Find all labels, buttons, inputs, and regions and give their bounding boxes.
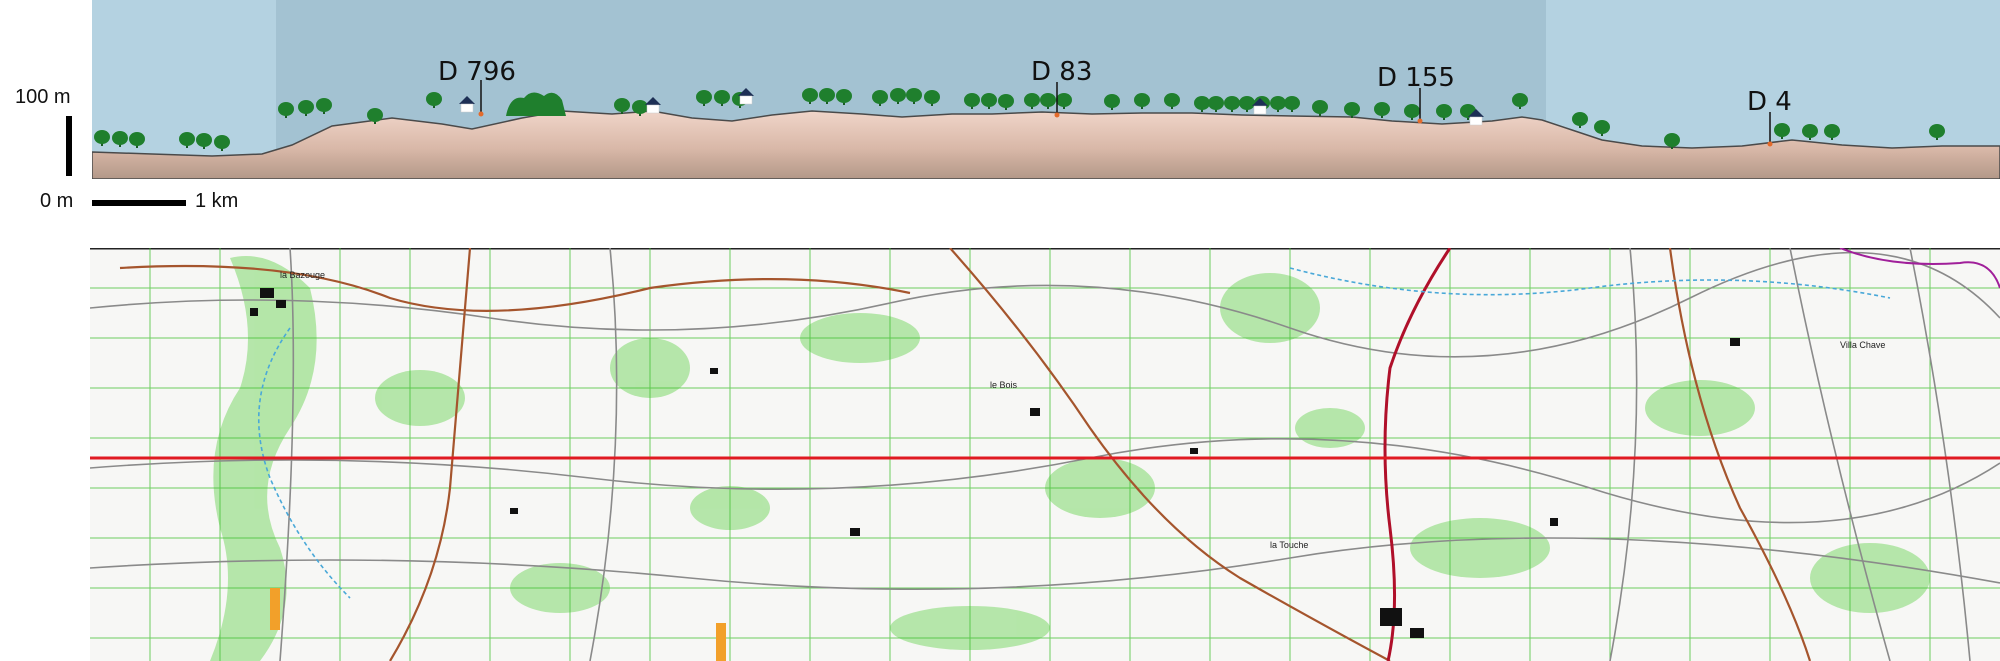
- elevation-profile: D 796 D 83 D 155 D 4: [92, 0, 2000, 179]
- road-label-d796: D 796: [438, 57, 516, 87]
- map-highway-marker: [716, 623, 726, 661]
- elevation-scale-bar: [66, 116, 72, 176]
- map-label-le-bois: le Bois: [990, 380, 1018, 390]
- elevation-100m-label: 100 m: [15, 86, 71, 108]
- map-label-villa-chave: Villa Chave: [1840, 340, 1885, 350]
- map-highway-marker: [270, 588, 280, 630]
- distance-1km-label: 1 km: [195, 190, 239, 212]
- map-background: [90, 248, 2000, 661]
- map-label-la-touche: la Touche: [1270, 540, 1308, 550]
- road-label-d83: D 83: [1031, 57, 1092, 87]
- distance-scale-bar: [92, 200, 186, 206]
- map-label-la-bazouge: la Bazouge: [280, 270, 325, 280]
- road-label-d4: D 4: [1747, 87, 1792, 117]
- elevation-0m-label: 0 m: [40, 190, 74, 212]
- topographic-map[interactable]: Villa Chave la Bazouge le Bois la Touche: [90, 248, 2000, 661]
- road-label-d155: D 155: [1377, 63, 1455, 93]
